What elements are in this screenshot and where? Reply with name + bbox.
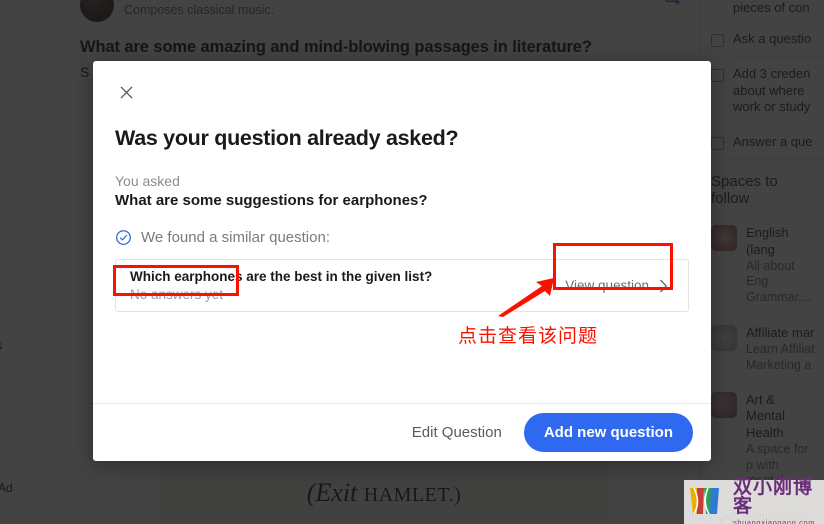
watermark-url: shuangxiaogang.com — [733, 517, 816, 524]
screenshot-root: ations ces Ad Lea Adler · March 29 Compo… — [0, 0, 824, 524]
add-new-question-button[interactable]: Add new question — [523, 413, 693, 452]
similar-question-info: Which earphones are the best in the give… — [130, 269, 444, 302]
modal-title: Was your question already asked? — [115, 126, 459, 150]
you-asked-question: What are some suggestions for earphones? — [115, 192, 428, 209]
you-asked-label: You asked — [115, 173, 180, 189]
edit-question-button[interactable]: Edit Question — [404, 418, 510, 447]
chevron-right-icon — [659, 279, 668, 293]
similar-question-card[interactable]: Which earphones are the best in the give… — [115, 259, 689, 312]
watermark: 双小刚博客 shuangxiaogang.com — [684, 478, 824, 524]
view-question-label: View question — [565, 278, 649, 293]
similar-question-banner: We found a similar question: — [115, 229, 689, 246]
watermark-text: 双小刚博客 shuangxiaogang.com — [733, 478, 818, 524]
view-question-button[interactable]: View question — [555, 272, 676, 299]
modal-body: Was your question already asked? You ask… — [93, 61, 711, 403]
check-circle-icon — [115, 229, 132, 246]
annotation-note: 点击查看该问题 — [458, 326, 599, 347]
watermark-brand: 双小刚博客 — [733, 476, 814, 517]
duplicate-question-modal: Was your question already asked? You ask… — [93, 61, 711, 461]
similar-question-answer-status: No answers yet — [130, 287, 224, 302]
similar-question-banner-text: We found a similar question: — [141, 229, 330, 246]
w-logo-icon — [688, 485, 728, 519]
modal-footer: Edit Question Add new question — [93, 403, 711, 461]
similar-question-title[interactable]: Which earphones are the best in the give… — [130, 269, 432, 284]
close-icon[interactable] — [113, 79, 139, 105]
